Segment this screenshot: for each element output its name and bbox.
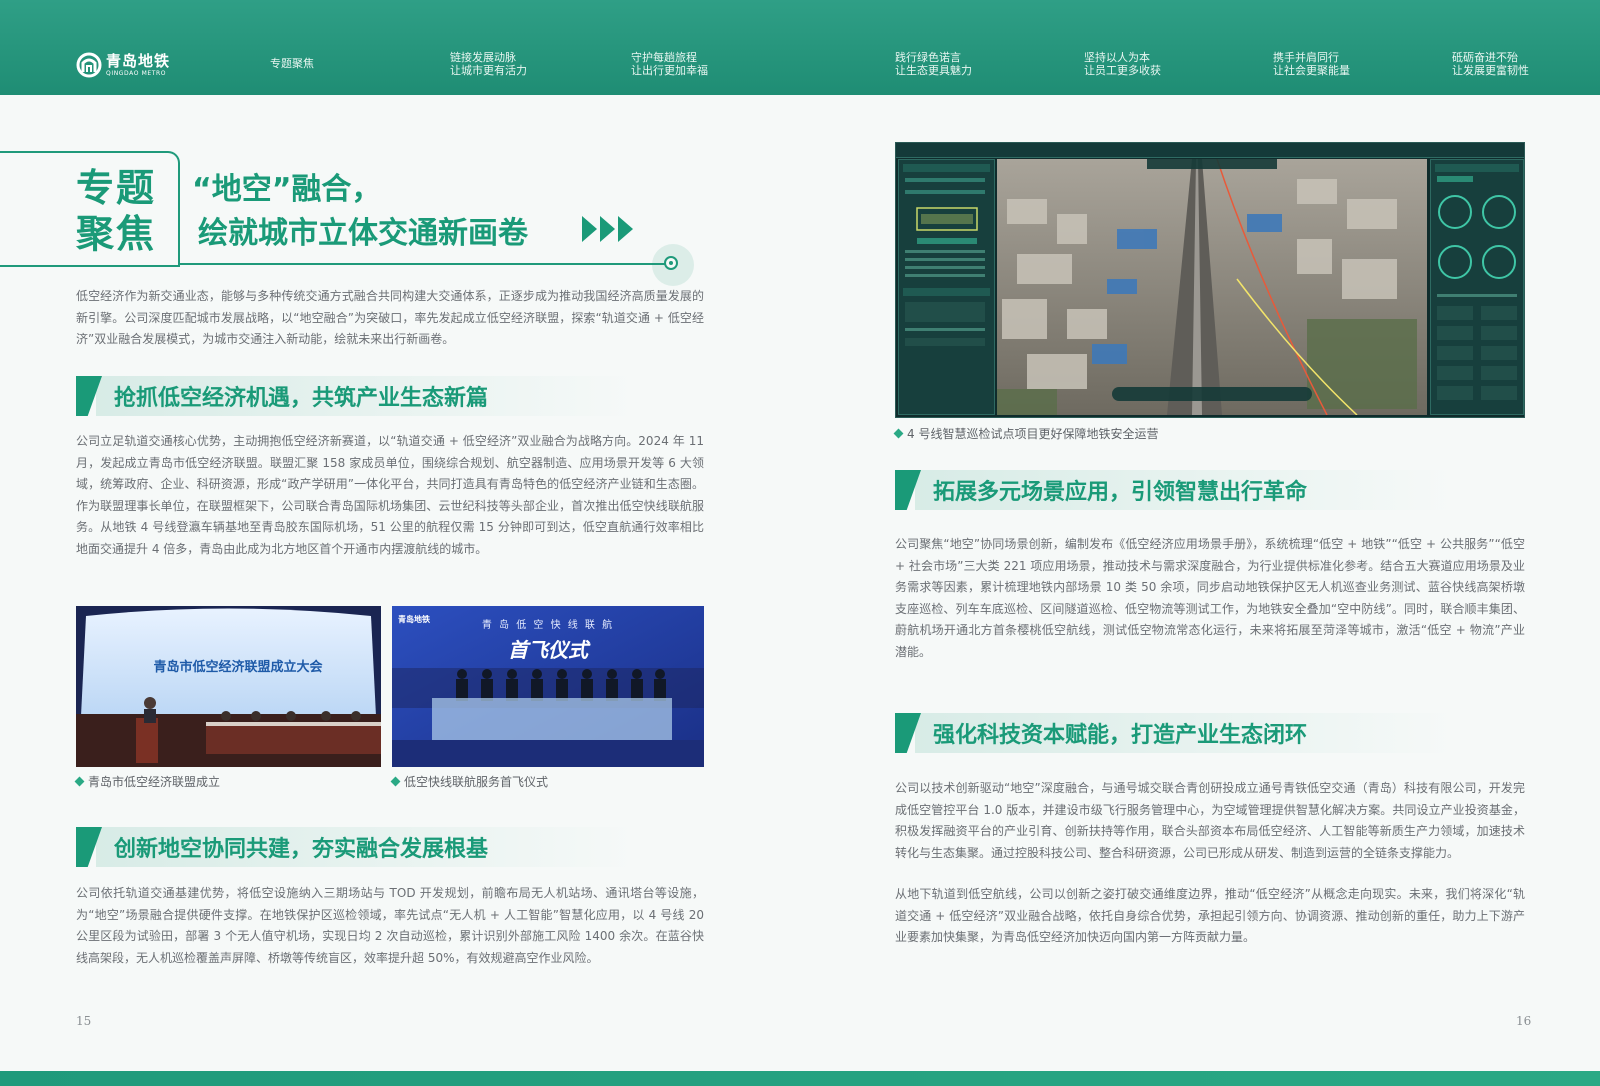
page-number-right: 16 xyxy=(1516,1014,1532,1028)
nav-item-resilience[interactable]: 砥砺奋进不殆 让发展更富韧性 xyxy=(1452,51,1529,77)
dashboard-toolbar xyxy=(896,143,1524,158)
metro-logo-icon xyxy=(76,52,102,78)
title-dot-core xyxy=(669,261,673,265)
top-navigation-bar: 青岛地铁 QINGDAO METRO 专题聚焦 链接发展动脉 让城市更有活力 守… xyxy=(0,0,1600,95)
dashboard-right-panel xyxy=(1430,159,1524,415)
nav-item-employees[interactable]: 坚持以人为本 让员工更多收获 xyxy=(1084,51,1161,77)
intro-paragraph: 低空经济作为新交通业态，能够与多种传统交通方式融合共同构建大交通体系，正逐步成为… xyxy=(76,289,704,346)
nav-item-green[interactable]: 践行绿色诺言 让生态更具魅力 xyxy=(895,51,972,77)
headline-line-2: 绘就城市立体交通新画卷 xyxy=(198,216,528,251)
nav-item-journey[interactable]: 守护每趟旅程 让出行更加幸福 xyxy=(631,51,708,77)
nav-item-development[interactable]: 链接发展动脉 让城市更有活力 xyxy=(450,51,527,77)
section-marker-icon xyxy=(76,827,102,867)
photo2-caption: 低空快线联航服务首飞仪式 xyxy=(392,773,548,790)
nav-item-sublabel: 让生态更具魅力 xyxy=(895,64,972,77)
nav-item-sublabel: 让出行更加幸福 xyxy=(631,64,708,77)
photo1-caption: 青岛市低空经济联盟成立 xyxy=(76,773,220,790)
tag-line-1: 专题 xyxy=(76,166,157,210)
qingdao-metro-logo[interactable]: 青岛地铁 QINGDAO METRO xyxy=(76,50,170,80)
nav-item-sublabel: 让社会更聚能量 xyxy=(1273,64,1350,77)
section-heading-4: 强化科技资本赋能，打造产业生态闭环 xyxy=(895,713,1455,753)
logo-english-text: QINGDAO METRO xyxy=(106,69,167,77)
first-flight-ceremony-photo: 青岛地铁 青 岛 低 空 快 线 联 航 首飞仪式 xyxy=(392,606,704,767)
section-title: 拓展多元场景应用，引领智慧出行革命 xyxy=(933,480,1308,505)
nav-item-label: 守护每趟旅程 xyxy=(631,51,697,64)
triple-arrow-icon xyxy=(582,216,636,242)
nav-item-sublabel: 让发展更富韧性 xyxy=(1452,64,1529,77)
title-underline xyxy=(180,263,670,265)
nav-item-label: 专题聚焦 xyxy=(270,57,314,70)
photo2-banner-main: 首飞仪式 xyxy=(508,638,588,662)
nav-item-label: 砥砺奋进不殆 xyxy=(1452,51,1518,64)
section-heading-2: 创新地空协同共建，夯实融合发展根基 xyxy=(76,827,636,867)
section-heading-3: 拓展多元场景应用，引领智慧出行革命 xyxy=(895,470,1455,510)
section1-body: 公司立足轨道交通核心优势，主动拥抱低空经济新赛道，以“轨道交通 + 低空经济”双… xyxy=(76,434,704,556)
photo2-banner-top: 青 岛 低 空 快 线 联 航 xyxy=(481,620,615,631)
section-title: 强化科技资本赋能，打造产业生态闭环 xyxy=(933,723,1308,748)
section-heading-1: 抢抓低空经济机遇，共筑产业生态新篇 xyxy=(76,376,636,416)
alliance-founding-photo: 青岛市低空经济联盟成立大会 xyxy=(76,606,381,767)
special-focus-tag: 专题 聚焦 xyxy=(76,165,156,257)
section-title: 抢抓低空经济机遇，共筑产业生态新篇 xyxy=(114,386,489,411)
section4-body: 公司以技术创新驱动“地空”深度融合，与通号城交联合青创研投成立通号青铁低空交通（… xyxy=(895,781,1525,860)
nav-item-label: 践行绿色诺言 xyxy=(895,51,961,64)
closing-paragraph: 从地下轨道到低空航线，公司以创新之姿打破交通维度边界，推动“低空经济”从概念走向… xyxy=(895,887,1525,944)
section-marker-icon xyxy=(895,713,921,753)
nav-item-sublabel: 让城市更有活力 xyxy=(450,64,527,77)
dashboard-left-panel xyxy=(898,159,995,415)
page-number-left: 15 xyxy=(76,1014,92,1028)
nav-item-sublabel: 让员工更多收获 xyxy=(1084,64,1161,77)
section-marker-icon xyxy=(895,470,921,510)
section-marker-icon xyxy=(76,376,102,416)
nav-item-label: 携手并肩同行 xyxy=(1273,51,1339,64)
section3-body: 公司聚焦“地空”协同场景创新，编制发布《低空经济应用场景手册》，系统梳理“低空 … xyxy=(895,537,1525,659)
nav-item-society[interactable]: 携手并肩同行 让社会更聚能量 xyxy=(1273,51,1350,77)
page-title: “地空”融合， 绘就城市立体交通新画卷 xyxy=(192,168,528,256)
tag-line-2: 聚焦 xyxy=(76,212,157,256)
smart-inspection-screenshot xyxy=(895,142,1525,418)
photo1-banner-text: 青岛市低空经济联盟成立大会 xyxy=(153,660,323,675)
aerial-map-view xyxy=(997,158,1427,416)
nav-item-label: 坚持以人为本 xyxy=(1084,51,1150,64)
section2-body: 公司依托轨道交通基建优势，将低空设施纳入三期场站与 TOD 开发规划，前瞻布局无… xyxy=(76,886,704,965)
screenshot-caption: 4 号线智慧巡检试点项目更好保障地铁安全运营 xyxy=(895,425,1158,442)
logo-chinese-text: 青岛地铁 xyxy=(106,51,171,70)
bottom-bar xyxy=(0,1071,1600,1086)
headline-line-1: “地空”融合， xyxy=(192,172,382,207)
nav-item-label: 链接发展动脉 xyxy=(450,51,516,64)
section-title: 创新地空协同共建，夯实融合发展根基 xyxy=(114,837,489,862)
nav-item-special-focus[interactable]: 专题聚焦 xyxy=(270,57,314,70)
